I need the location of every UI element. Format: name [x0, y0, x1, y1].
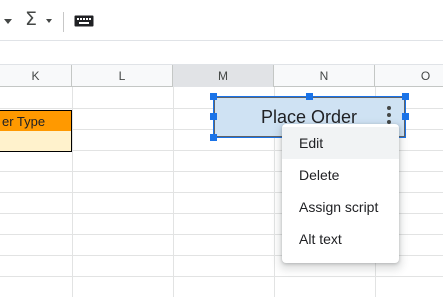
order-type-header-text: er Type: [2, 113, 46, 129]
column-headers: K L M N O: [0, 65, 443, 87]
functions-caret-down-icon[interactable]: [42, 9, 58, 33]
menu-item-assign-script[interactable]: Assign script: [282, 191, 399, 223]
column-header-k[interactable]: K: [0, 65, 72, 87]
resize-handle-top-left[interactable]: [210, 93, 217, 100]
resize-handle-top-middle[interactable]: [306, 93, 313, 100]
resize-handle-top-right[interactable]: [402, 93, 409, 100]
toolbar-divider: [63, 12, 64, 32]
formula-bar-area: [0, 41, 443, 65]
sigma-icon[interactable]: Σ: [25, 8, 37, 30]
menu-item-alt-text[interactable]: Alt text: [282, 223, 399, 255]
toolbar: Σ: [0, 0, 443, 41]
column-header-n[interactable]: N: [274, 65, 375, 87]
menu-item-delete[interactable]: Delete: [282, 159, 399, 191]
grid-row-line: [0, 276, 443, 277]
drawing-context-menu: Edit Delete Assign script Alt text: [282, 124, 399, 263]
column-header-l[interactable]: L: [72, 65, 173, 87]
order-type-header-cell[interactable]: er Type: [0, 110, 72, 132]
resize-handle-middle-right[interactable]: [402, 113, 409, 120]
order-type-value-cell[interactable]: [0, 131, 72, 152]
caret-down-icon[interactable]: [0, 9, 16, 33]
column-header-o[interactable]: O: [375, 65, 443, 87]
menu-item-edit[interactable]: Edit: [282, 127, 399, 159]
column-header-m[interactable]: M: [173, 65, 274, 87]
keyboard-icon[interactable]: [72, 9, 96, 33]
resize-handle-middle-left[interactable]: [210, 113, 217, 120]
resize-handle-bottom-left[interactable]: [210, 134, 217, 141]
